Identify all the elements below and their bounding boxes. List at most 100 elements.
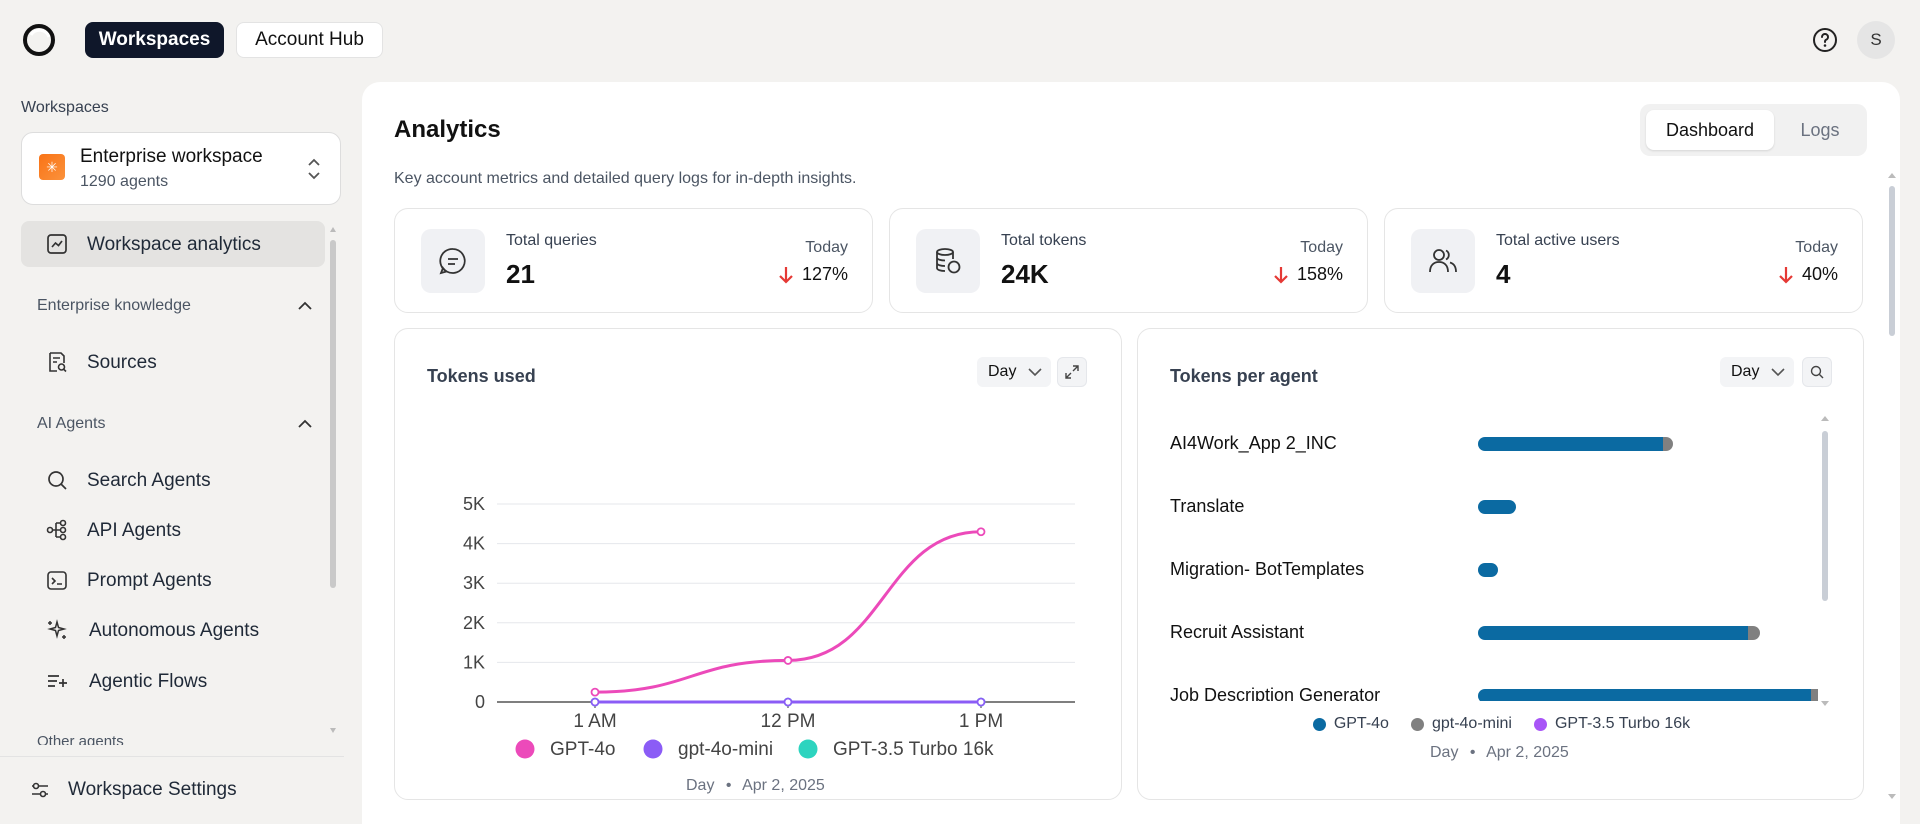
page-title: Analytics xyxy=(394,116,501,143)
document-search-icon xyxy=(49,352,67,373)
bar-segment xyxy=(1663,437,1673,451)
tab-account-hub[interactable]: Account Hub xyxy=(236,22,383,58)
chat-bubble-icon xyxy=(439,248,466,275)
agent-name: Migration- BotTemplates xyxy=(1170,559,1365,579)
legend-label: GPT-3.5 Turbo 16k xyxy=(833,739,994,760)
arrow-down-icon xyxy=(1779,266,1793,284)
database-coins-icon xyxy=(936,248,961,274)
footer-date: Apr 2, 2025 xyxy=(742,777,825,794)
agent-name: Recruit Assistant xyxy=(1170,622,1305,642)
legend-swatch xyxy=(643,739,663,759)
stat-value: 24K xyxy=(1001,259,1049,289)
chart-footer: Day • Apr 2, 2025 xyxy=(686,777,825,794)
analytics-chart-icon xyxy=(47,234,67,254)
tokens-used-card: Tokens used Day 0 1K 2K 3K 4K 5K 1 AM 12 PM 1 PM… xyxy=(394,328,1122,800)
x-tick-label: 1 AM xyxy=(573,711,616,732)
stat-change: 127% xyxy=(778,264,848,285)
flow-list-icon xyxy=(48,675,67,687)
tokens-per-agent-card: Tokens per agent Day AI4Work_App 2_INC Tr… xyxy=(1137,328,1864,800)
arrow-down-icon xyxy=(1274,266,1288,284)
sidebar-item-sources[interactable]: Sources xyxy=(21,339,325,385)
tab-workspaces[interactable]: Workspaces xyxy=(85,22,224,58)
section-ai-agents: AI Agents xyxy=(37,415,106,432)
workspace-selector[interactable]: ✳ Enterprise workspace 1290 agents xyxy=(21,132,341,205)
stat-card-total-tokens: Total tokens 24K Today 158% xyxy=(889,208,1368,313)
agent-row: Migration- BotTemplates xyxy=(1170,559,1810,583)
bar-segment xyxy=(1748,626,1760,640)
stat-label: Total queries xyxy=(506,232,597,249)
y-tick-label: 4K xyxy=(463,534,485,554)
sidebar-item-autonomous-agents[interactable]: Autonomous Agents xyxy=(21,607,325,653)
workspace-agent-count: 1290 agents xyxy=(80,173,169,190)
footer-period: Day xyxy=(686,777,715,794)
chart-footer: Day • Apr 2, 2025 xyxy=(1430,744,1569,761)
arrow-down-icon xyxy=(779,266,793,284)
stat-period: Today xyxy=(1300,239,1343,256)
agent-row: AI4Work_App 2_INC xyxy=(1170,433,1810,457)
chevron-up-icon[interactable] xyxy=(296,415,314,433)
y-tick-label: 5K xyxy=(463,494,485,514)
tab-dashboard[interactable]: Dashboard xyxy=(1646,110,1774,150)
agent-row: Job Description Generator xyxy=(1170,685,1818,701)
stat-label: Total active users xyxy=(1496,232,1620,249)
search-icon xyxy=(48,471,67,490)
legend-label: gpt-4o-mini xyxy=(678,739,773,760)
data-point xyxy=(590,697,600,707)
series-line xyxy=(594,530,982,694)
agent-bar xyxy=(1478,689,1818,701)
page-subtitle: Key account metrics and detailed query l… xyxy=(394,170,857,187)
legend-swatch xyxy=(1410,717,1424,731)
tab-logs[interactable]: Logs xyxy=(1780,110,1860,150)
data-point xyxy=(783,697,793,707)
sidebar-item-api-agents[interactable]: API Agents xyxy=(21,507,325,553)
sidebar-item-label: API Agents xyxy=(87,520,182,541)
help-icon[interactable] xyxy=(1812,27,1838,53)
footer-date: Apr 2, 2025 xyxy=(1486,744,1569,761)
app-logo-icon[interactable] xyxy=(22,23,56,57)
legend-item: GPT-3.5 Turbo 16k xyxy=(1533,715,1690,733)
sidebar-item-label: Agentic Flows xyxy=(89,671,208,692)
stat-card-total-active-users: Total active users 4 Today 40% xyxy=(1384,208,1863,313)
view-toggle: Dashboard Logs xyxy=(1640,104,1867,156)
bar-segment xyxy=(1478,689,1811,701)
settings-sliders-icon xyxy=(32,782,48,798)
sidebar-item-label: Sources xyxy=(87,352,157,373)
legend-label: gpt-4o-mini xyxy=(1431,715,1512,732)
sidebar-item-workspace-analytics[interactable]: Workspace analytics xyxy=(21,221,325,267)
sidebar-item-agentic-flows[interactable]: Agentic Flows xyxy=(21,658,325,704)
stat-change-value: 127% xyxy=(801,264,848,284)
prompt-terminal-icon xyxy=(47,571,67,590)
legend-label: GPT-4o xyxy=(550,739,615,760)
y-tick-label: 0 xyxy=(475,692,485,712)
y-tick-label: 1K xyxy=(463,652,485,672)
agent-row: Recruit Assistant xyxy=(1170,622,1810,646)
legend-swatch xyxy=(515,739,535,759)
avatar[interactable]: S xyxy=(1857,21,1895,59)
x-tick-label: 1 PM xyxy=(959,711,1003,732)
sparkles-icon xyxy=(47,619,67,639)
footer-period: Day xyxy=(1430,744,1459,761)
sidebar-item-label: Search Agents xyxy=(87,470,211,491)
x-tick-label: 12 PM xyxy=(761,711,816,732)
tokens-used-line-chart: 0 1K 2K 3K 4K 5K 1 AM 12 PM 1 PM GPT-4o gpt-4o-min… xyxy=(463,494,1075,760)
agent-chart-legend: GPT-4o gpt-4o-mini GPT-3.5 Turbo 16k xyxy=(1138,715,1863,733)
workspace-sun-icon: ✳ xyxy=(39,154,65,180)
data-point xyxy=(783,656,793,665)
section-enterprise-knowledge: Enterprise knowledge xyxy=(37,297,191,314)
sidebar-item-prompt-agents[interactable]: Prompt Agents xyxy=(21,557,325,603)
legend-label: GPT-4o xyxy=(1333,715,1389,732)
agent-name: Job Description Generator xyxy=(1170,685,1381,701)
agent-bar xyxy=(1478,626,1760,640)
chevron-up-icon[interactable] xyxy=(296,297,314,315)
bar-segment xyxy=(1478,437,1663,451)
sidebar-scrollbar[interactable] xyxy=(330,240,336,588)
stat-period: Today xyxy=(805,239,848,256)
agent-bar-list: AI4Work_App 2_INC Translate Migration- Bot… xyxy=(1138,329,1818,701)
agent-list-scrollbar[interactable] xyxy=(1822,431,1828,601)
sidebar-item-label: Workspace analytics xyxy=(87,234,261,255)
agent-bar xyxy=(1478,437,1673,451)
stat-change: 40% xyxy=(1778,264,1838,285)
y-tick-label: 2K xyxy=(463,613,485,633)
sidebar-item-search-agents[interactable]: Search Agents xyxy=(21,457,325,503)
main-scrollbar[interactable] xyxy=(1889,186,1895,336)
